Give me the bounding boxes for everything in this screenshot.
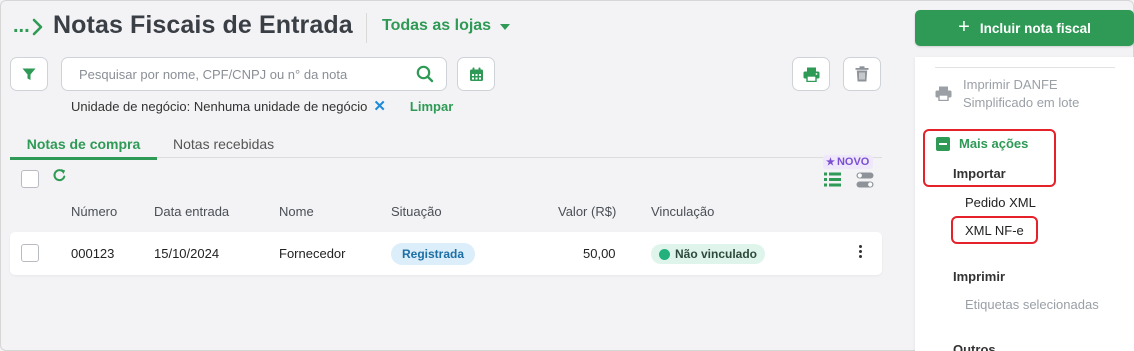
delete-button[interactable]: [843, 57, 881, 91]
highlight-more-actions: [923, 129, 1056, 187]
caret-down-icon: [500, 24, 511, 30]
column-header-entry-date[interactable]: Data entrada: [154, 204, 229, 219]
calendar-icon: [469, 67, 483, 81]
tab-bar: Notas de compra Notas recebidas: [10, 134, 882, 160]
select-all-checkbox[interactable]: [21, 170, 39, 188]
print-button[interactable]: [792, 57, 830, 91]
star-icon: ★: [826, 156, 835, 168]
column-header-status[interactable]: Situação: [391, 204, 442, 219]
filter-chip-label: Unidade de negócio: Nenhuma unidade de n…: [71, 99, 368, 114]
search-icon[interactable]: [416, 65, 434, 83]
close-icon[interactable]: ✕: [373, 99, 386, 114]
cell-value: 50,00: [583, 246, 616, 261]
new-badge-label: NOVO: [836, 156, 870, 168]
import-order-xml[interactable]: Pedido XML: [965, 195, 1036, 210]
column-header-number[interactable]: Número: [71, 204, 117, 219]
chevron-right-icon: [32, 18, 42, 35]
print-danfe-batch-item[interactable]: Imprimir DANFE Simplificado em lote: [935, 76, 1079, 112]
breadcrumb-ellipsis[interactable]: ...: [13, 15, 30, 38]
tab-received-invoices[interactable]: Notas recebidas: [173, 136, 274, 152]
link-status-label: Não vinculado: [675, 247, 758, 261]
panel-divider: [935, 67, 1115, 68]
danfe-label-line1: Imprimir DANFE: [963, 77, 1058, 92]
column-header-link[interactable]: Vinculação: [651, 204, 714, 219]
refresh-button[interactable]: [52, 168, 67, 188]
cell-number: 000123: [71, 246, 115, 261]
column-header-value[interactable]: Valor (R$): [558, 204, 616, 219]
add-invoice-button[interactable]: + Incluir nota fiscal: [915, 10, 1134, 46]
printer-icon: [803, 67, 819, 82]
list-view-toggle[interactable]: [824, 172, 841, 192]
compact-view-toggle[interactable]: [856, 172, 874, 193]
plus-icon: +: [958, 16, 970, 38]
list-view-icon: [824, 172, 841, 187]
header-divider: [366, 13, 367, 43]
tab-purchase-invoices[interactable]: Notas de compra: [10, 136, 157, 160]
link-status-badge: Não vinculado: [651, 244, 766, 264]
trash-icon: [855, 66, 869, 82]
search-field[interactable]: [61, 57, 447, 91]
active-filter-chip: Unidade de negócio: Nenhuma unidade de n…: [71, 99, 453, 114]
clear-filters-link[interactable]: Limpar: [410, 99, 453, 114]
page-title: Notas Fiscais de Entrada: [53, 11, 353, 39]
print-selected-labels[interactable]: Etiquetas selecionadas: [965, 297, 1099, 312]
others-section-header: Outros: [953, 342, 996, 351]
printer-icon: [935, 86, 952, 101]
cell-entry-date: 15/10/2024: [154, 246, 220, 261]
refresh-icon: [53, 169, 66, 182]
filter-icon: [22, 68, 36, 80]
highlight-xml-nfe: [951, 216, 1038, 244]
toggle-view-icon: [856, 172, 874, 188]
cell-name: Fornecedor: [279, 246, 346, 261]
add-invoice-label: Incluir nota fiscal: [979, 20, 1091, 36]
row-checkbox[interactable]: [21, 244, 39, 262]
status-dot-icon: [659, 248, 670, 260]
filter-button[interactable]: [10, 57, 48, 91]
search-input[interactable]: [79, 66, 416, 82]
print-section-header: Imprimir: [953, 269, 1006, 284]
new-feature-badge: ★ NOVO: [823, 155, 874, 169]
store-selector-label: Todas as lojas: [382, 17, 492, 34]
breadcrumb[interactable]: ...: [13, 15, 44, 38]
more-vertical-icon[interactable]: [859, 245, 862, 258]
status-badge: Registrada: [391, 243, 476, 265]
column-header-name[interactable]: Nome: [279, 204, 314, 219]
danfe-label-line2: Simplificado em lote: [963, 95, 1080, 110]
date-filter-button[interactable]: [457, 57, 495, 91]
store-selector[interactable]: Todas as lojas: [382, 17, 511, 35]
